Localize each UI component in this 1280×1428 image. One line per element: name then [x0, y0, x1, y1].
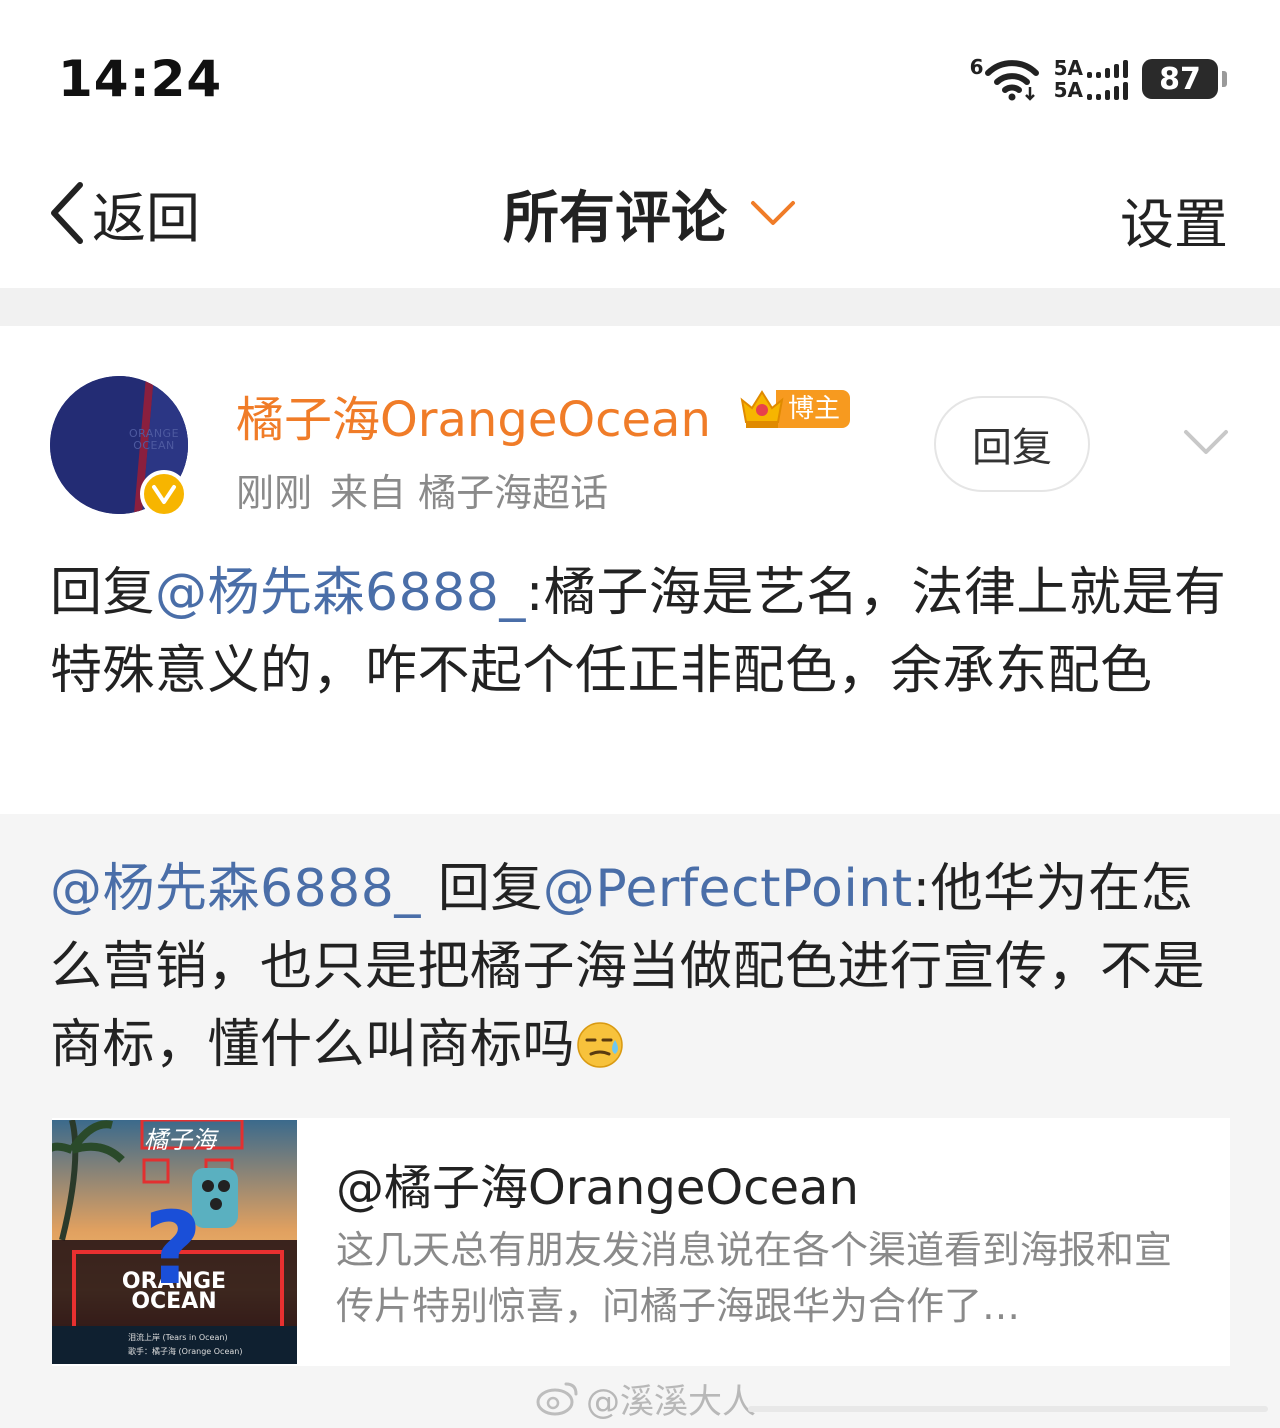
battery-icon: 87: [1142, 59, 1227, 99]
comment-filter-dropdown[interactable]: 所有评论: [0, 178, 1280, 251]
nav-bar: 返回 所有评论 设置: [0, 150, 1280, 288]
card-thumb-artist: 歌手：橘子海 (Orange Ocean): [128, 1347, 243, 1356]
comment-item: ORANGE OCEAN 橘子海OrangeOcean 博主 刚刚 来自 橘子海超…: [0, 326, 1280, 814]
blogger-badge: 博主: [738, 386, 851, 432]
comment-text: 回复@杨先森6888_:橘子海是艺名，法律上就是有特殊意义的，咋不起个任正非配色…: [50, 554, 1235, 710]
card-thumb-top-text: 橘子海: [144, 1126, 216, 1154]
sim2-label: 5A: [1053, 78, 1083, 102]
crown-icon: [740, 390, 784, 428]
card-title: @橘子海OrangeOcean: [336, 1160, 859, 1216]
status-time: 14:24: [58, 50, 223, 108]
card-thumb-subtitle: 泪流上岸 (Tears in Ocean): [128, 1333, 228, 1342]
settings-button[interactable]: 设置: [1120, 180, 1228, 259]
status-bar: 14:24 6 5A 5A 87: [0, 0, 1280, 150]
sweat-face-icon: [577, 1022, 623, 1068]
quoted-author-link[interactable]: @杨先森6888_: [50, 859, 421, 919]
reply-prefix: 回复: [50, 563, 156, 623]
watermark: @溪溪大人: [536, 1376, 756, 1422]
reply-button[interactable]: 回复: [934, 396, 1090, 492]
card-thumb-question: ?: [144, 1190, 203, 1307]
chevron-down-icon: [751, 201, 795, 225]
card-description: 这几天总有朋友发消息说在各个渠道看到海报和宣传片特别惊喜，问橘子海跟华为合作了…: [336, 1228, 1173, 1328]
chevron-down-icon: [1184, 430, 1228, 454]
comment-author[interactable]: 橘子海OrangeOcean: [236, 380, 711, 450]
card-thumbnail: 橘子海 ORANGE OCEAN ? 泪流上岸 (Tears in Ocean)…: [52, 1120, 297, 1364]
role-badge-label: 博主: [776, 390, 851, 428]
section-divider: [0, 288, 1280, 326]
comment-time: 刚刚: [236, 471, 313, 515]
sim1-label: 5A: [1053, 56, 1083, 80]
signal-icon: 5A 5A: [1054, 58, 1128, 100]
network-type-label: 6: [969, 55, 984, 79]
comment-meta: 刚刚 来自 橘子海超话: [236, 462, 626, 517]
weibo-logo-icon: [536, 1382, 578, 1416]
quoted-comment[interactable]: @杨先森6888_ 回复@PerfectPoint:他华为在怎么营销，也只是把橘…: [0, 814, 1280, 1428]
status-icons: 6 5A 5A 87: [970, 56, 1227, 102]
bottom-scroll-indicator: [748, 1406, 1268, 1412]
avatar-logo: ORANGE OCEAN: [128, 427, 180, 452]
more-options-button[interactable]: [1180, 422, 1232, 462]
link-card[interactable]: 橘子海 ORANGE OCEAN ? 泪流上岸 (Tears in Ocean)…: [52, 1118, 1230, 1366]
verified-icon: [140, 470, 188, 518]
wifi-icon: 6: [970, 57, 1040, 101]
watermark-text: @溪溪大人: [586, 1381, 756, 1422]
quoted-reply-word: 回复: [420, 859, 543, 919]
comment-source: 来自 橘子海超话: [330, 471, 609, 515]
quoted-text: @杨先森6888_ 回复@PerfectPoint:他华为在怎么营销，也只是把橘…: [50, 850, 1235, 1084]
mention-link[interactable]: @杨先森6888_: [155, 563, 526, 623]
page-title: 所有评论: [503, 185, 727, 251]
quoted-target-link[interactable]: @PerfectPoint: [543, 859, 913, 919]
battery-level: 87: [1159, 61, 1201, 97]
